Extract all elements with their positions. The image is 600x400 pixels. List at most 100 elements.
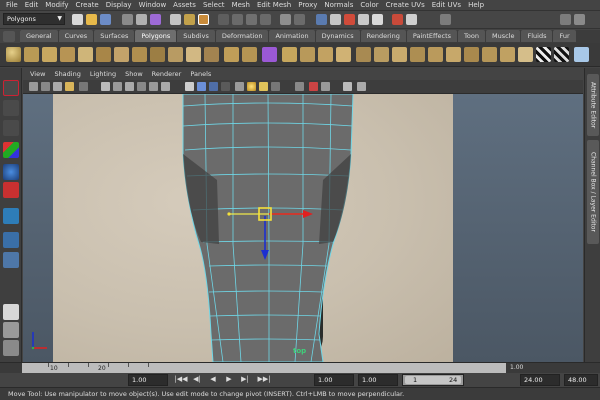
menu-color[interactable]: Color — [360, 1, 378, 9]
scale-tool-icon[interactable] — [3, 182, 19, 198]
isolate-select-icon[interactable] — [295, 82, 304, 91]
wireframe-icon[interactable] — [185, 82, 194, 91]
snap-plane-icon[interactable] — [260, 14, 271, 25]
toggle-panel-icon[interactable] — [406, 14, 417, 25]
uv-editor-icon[interactable] — [518, 47, 533, 62]
safe-action-icon[interactable] — [149, 82, 158, 91]
backface-icon[interactable] — [321, 82, 330, 91]
select-object-icon[interactable] — [136, 14, 147, 25]
menu-assets[interactable]: Assets — [173, 1, 196, 9]
shelf-tab-deformation[interactable]: Deformation — [215, 30, 269, 42]
menu-proxy[interactable]: Proxy — [298, 1, 317, 9]
history-icon[interactable] — [280, 14, 291, 25]
go-to-start-button[interactable]: |◀◀ — [174, 374, 188, 385]
split-polygon-icon[interactable] — [410, 47, 425, 62]
camera-icon[interactable] — [29, 82, 38, 91]
shelf-tab-muscle[interactable]: Muscle — [485, 30, 521, 42]
bridge-icon[interactable] — [374, 47, 389, 62]
resolution-gate-icon[interactable] — [113, 82, 122, 91]
animation-end-field[interactable]: 48.00 — [564, 374, 598, 386]
shelf-tab-painteffects[interactable]: PaintEffects — [406, 30, 458, 42]
shelf-tab-polygons[interactable]: Polygons — [135, 30, 177, 42]
menu-edit-uvs[interactable]: Edit UVs — [432, 1, 461, 9]
layout-outliner-icon[interactable] — [3, 340, 19, 356]
image-plane-icon[interactable] — [65, 82, 74, 91]
step-forward-key-button[interactable]: ▶| — [240, 374, 250, 385]
menu-normals[interactable]: Normals — [324, 1, 353, 9]
channel-box-toggle-icon[interactable] — [560, 14, 571, 25]
rotate-tool-icon[interactable] — [3, 164, 19, 180]
poly-pyramid-icon[interactable] — [132, 47, 147, 62]
checker-icon[interactable] — [536, 47, 551, 62]
poly-sphere-icon[interactable] — [6, 47, 21, 62]
shadows-icon[interactable] — [247, 82, 256, 91]
select-by-type-icon[interactable] — [170, 14, 181, 25]
poly-prism-icon[interactable] — [114, 47, 129, 62]
extract-icon[interactable] — [262, 47, 277, 62]
offset-edge-loop-icon[interactable] — [446, 47, 461, 62]
shelf-tab-surfaces[interactable]: Surfaces — [94, 30, 135, 42]
shelf-tab-animation[interactable]: Animation — [269, 30, 315, 42]
magnet-icon[interactable] — [392, 14, 403, 25]
menu-edit[interactable]: Edit — [25, 1, 39, 9]
poly-cone-icon[interactable] — [60, 47, 75, 62]
current-frame-field[interactable]: 1.00 — [510, 364, 523, 371]
camera-attr-icon[interactable] — [41, 82, 50, 91]
shelf-menu-icon[interactable] — [3, 31, 15, 42]
menu-modify[interactable]: Modify — [45, 1, 68, 9]
poly-cube-icon[interactable] — [24, 47, 39, 62]
playback-start-field[interactable]: 1.00 — [314, 374, 354, 386]
poly-cylinder-icon[interactable] — [42, 47, 57, 62]
menu-help[interactable]: Help — [468, 1, 484, 9]
channel-box-tab[interactable]: Channel Box / Layer Editor — [587, 140, 599, 244]
extrude-icon[interactable] — [356, 47, 371, 62]
panel-menu-renderer[interactable]: Renderer — [152, 70, 182, 78]
start-time-field[interactable]: 1.00 — [128, 374, 168, 386]
input-box-icon[interactable] — [440, 14, 451, 25]
smooth-shade-icon[interactable] — [197, 82, 206, 91]
shelf-tab-rendering[interactable]: Rendering — [360, 30, 406, 42]
poly-soccer-ball-icon[interactable] — [186, 47, 201, 62]
lasso-tool-icon[interactable] — [3, 100, 19, 116]
attribute-editor-tab[interactable]: Attribute Editor — [587, 74, 599, 136]
viewport-3d[interactable]: top — [23, 94, 583, 362]
poly-torus-icon[interactable] — [96, 47, 111, 62]
grid-icon[interactable] — [79, 82, 88, 91]
shelf-tab-general[interactable]: General — [20, 30, 58, 42]
poly-pipe-icon[interactable] — [150, 47, 165, 62]
append-polygon-icon[interactable] — [392, 47, 407, 62]
ambient-occlusion-icon[interactable] — [343, 82, 352, 91]
play-backwards-button[interactable]: ◀ — [208, 374, 218, 385]
select-tool-icon[interactable] — [3, 80, 19, 96]
shelf-tab-toon[interactable]: Toon — [458, 30, 485, 42]
menu-create[interactable]: Create — [75, 1, 98, 9]
paint-select-icon[interactable] — [3, 120, 19, 136]
sculpt-icon[interactable] — [574, 47, 589, 62]
polygon-mesh[interactable] — [23, 94, 583, 362]
menu-select[interactable]: Select — [203, 1, 225, 9]
time-slider[interactable]: 10 20 1.00 — [0, 362, 600, 374]
layout-four-icon[interactable] — [3, 304, 19, 320]
construction-history-icon[interactable] — [294, 14, 305, 25]
last-tool-icon[interactable] — [3, 232, 19, 248]
attribute-editor-toggle-icon[interactable] — [574, 14, 585, 25]
snap-point-icon[interactable] — [246, 14, 257, 25]
step-back-key-button[interactable]: ◀| — [192, 374, 202, 385]
shelf-tab-dynamics[interactable]: Dynamics — [315, 30, 360, 42]
select-vertex-icon[interactable] — [198, 14, 209, 25]
ipr-render-icon[interactable] — [330, 14, 341, 25]
panel-menu-panels[interactable]: Panels — [190, 70, 211, 78]
planar-mapping-icon[interactable] — [500, 47, 515, 62]
shelf-tab-fluids[interactable]: Fluids — [521, 30, 553, 42]
menu-create-uvs[interactable]: Create UVs — [386, 1, 425, 9]
render-icon[interactable] — [316, 14, 327, 25]
poly-plane-icon[interactable] — [78, 47, 93, 62]
panel-menu-shading[interactable]: Shading — [54, 70, 80, 78]
render-view-icon[interactable] — [372, 14, 383, 25]
menu-display[interactable]: Display — [106, 1, 132, 9]
snap-grid-icon[interactable] — [218, 14, 229, 25]
poly-platonic-icon[interactable] — [204, 47, 219, 62]
cut-faces-icon[interactable] — [554, 47, 569, 62]
move-tool-icon[interactable] — [3, 142, 19, 158]
select-hierarchy-icon[interactable] — [122, 14, 133, 25]
